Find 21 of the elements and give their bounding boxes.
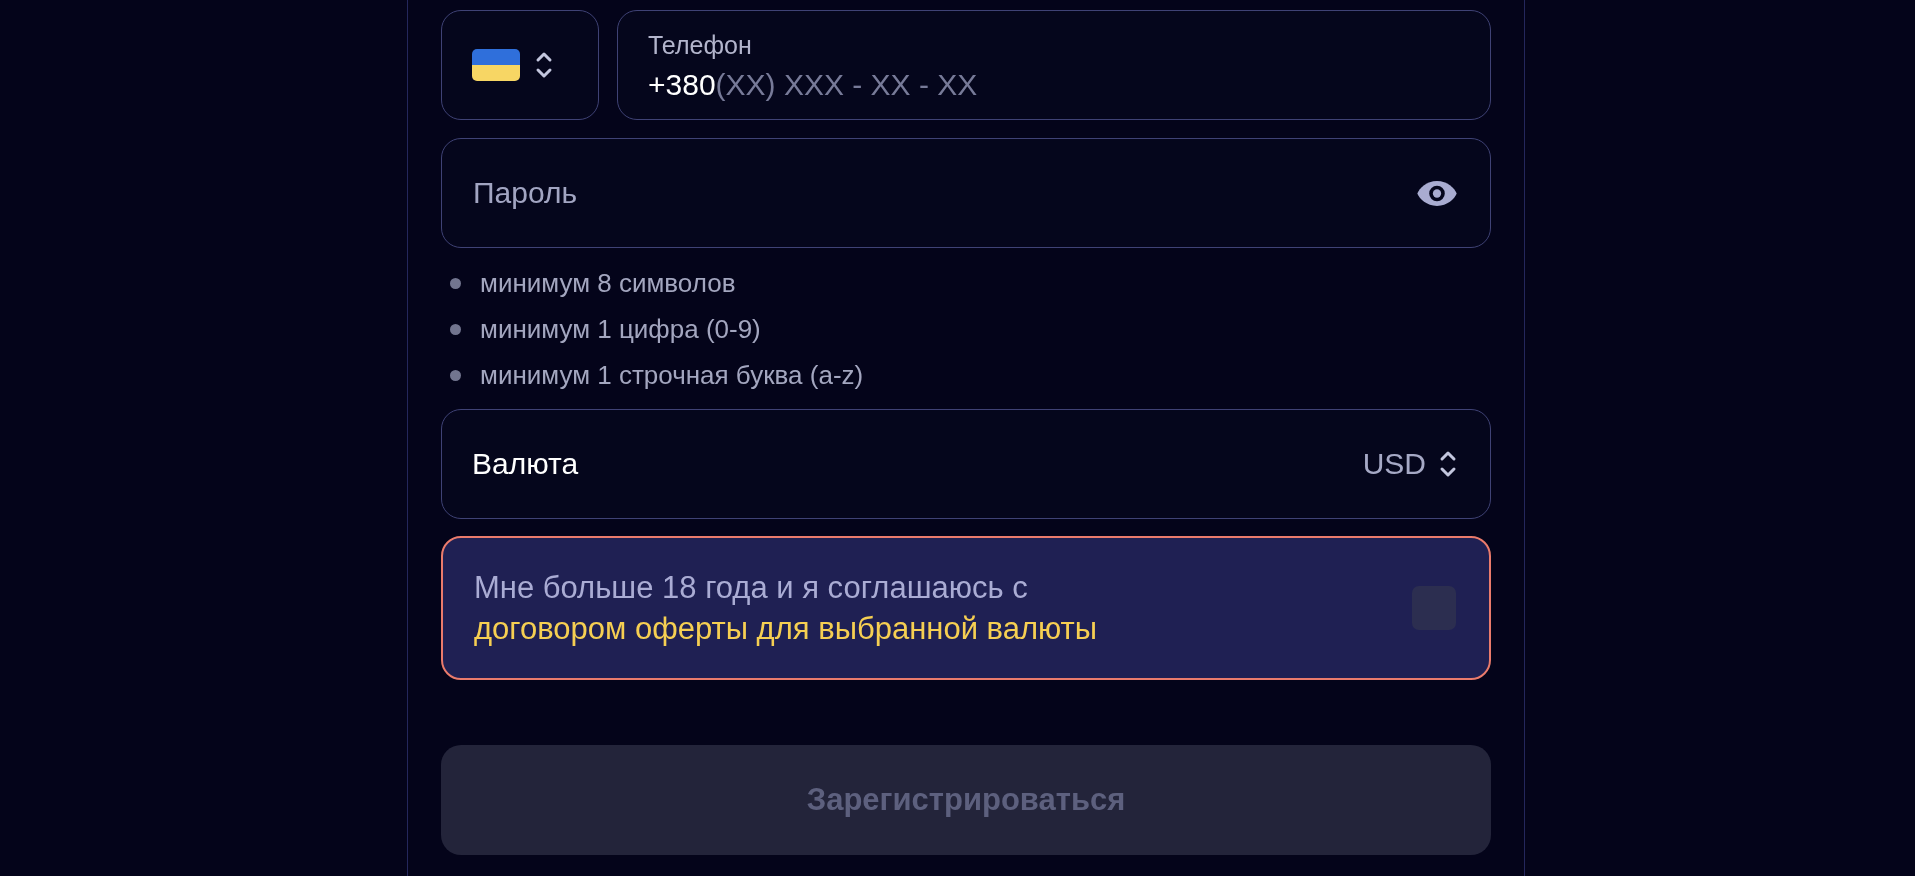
currency-label: Валюта [472,447,579,481]
bullet-icon [450,323,461,335]
country-code: +380 [648,67,716,103]
show-password-button[interactable] [1416,178,1458,208]
currency-value: USD [1362,447,1426,481]
field-label: Телефон [648,31,752,59]
password-rule: минимум 1 цифра (0-9) [480,313,761,345]
password-rule: минимум 1 строчная буква (a-z) [480,359,864,391]
currency-select[interactable]: Валюта USD [441,409,1491,519]
password-field[interactable]: Пароль [441,138,1491,248]
password-rule: минимум 8 символов [480,267,736,299]
phone-field[interactable]: Телефон +380(XX) XXX - XX - XX [617,10,1491,120]
eye-icon [1416,178,1458,208]
country-select[interactable] [441,10,599,120]
bullet-icon [450,369,461,381]
agreement-text: Мне больше 18 года и я соглашаюсь с договором оферты для выбранной валюты [474,569,1099,648]
phone-number-input[interactable]: (XX) XXX - XX - XX [715,66,1460,104]
bullet-icon [450,277,461,289]
password-input[interactable]: Пароль [473,173,1396,213]
flag-icon [472,49,520,81]
offer-link[interactable]: договором оферты для выбранной валюты [474,611,1098,646]
